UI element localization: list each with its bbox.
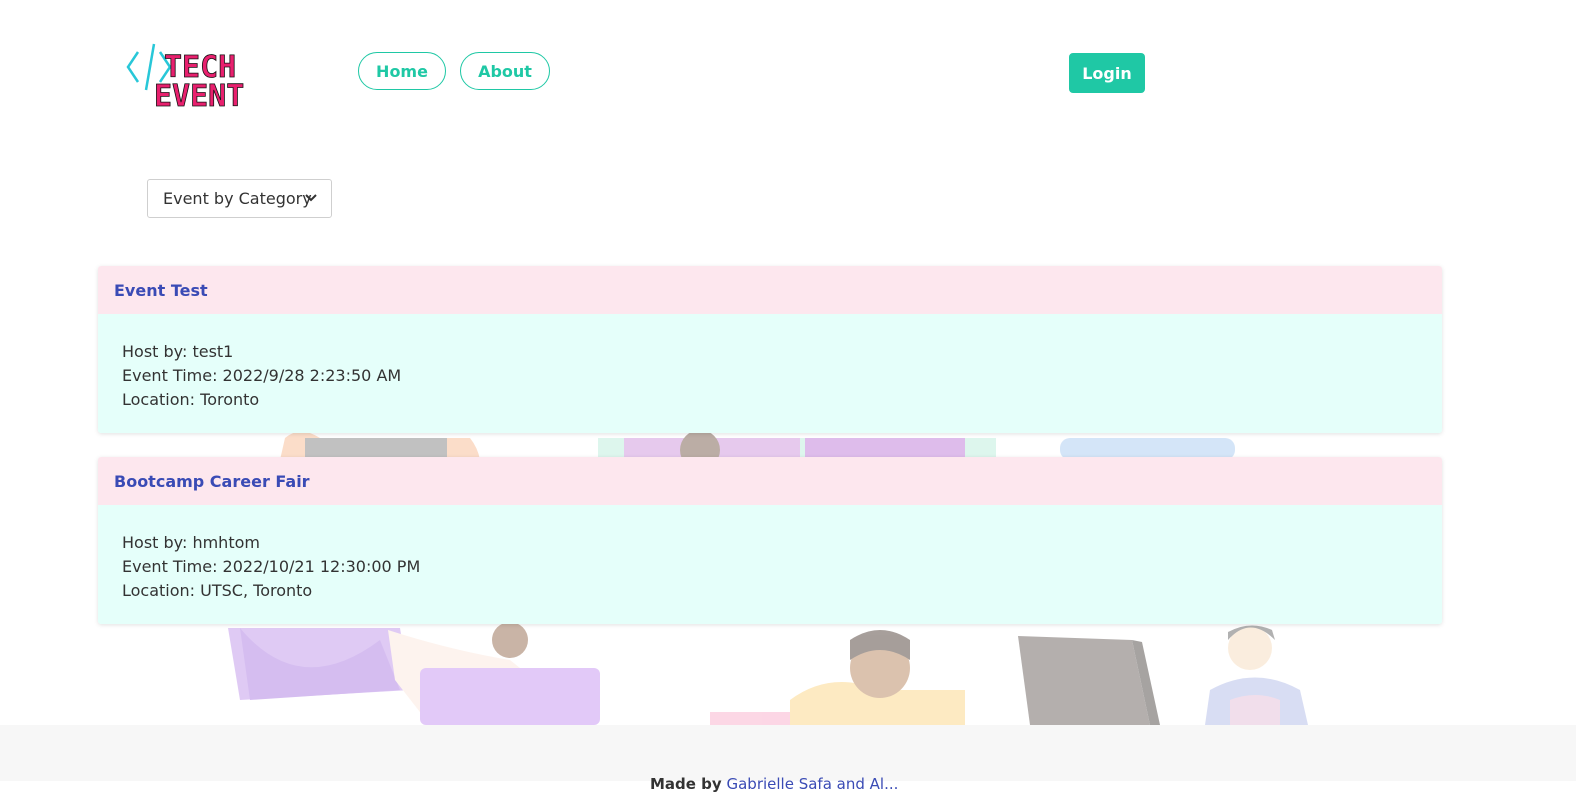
event-time: Event Time: 2022/10/21 12:30:00 PM — [122, 557, 421, 576]
event-host: Host by: test1 — [122, 342, 234, 361]
event-details: Host by: hmhtom Event Time: 2022/10/21 1… — [98, 505, 1442, 624]
event-host: Host by: hmhtom — [122, 533, 260, 552]
login-button[interactable]: Login — [1069, 53, 1145, 93]
event-title[interactable]: Bootcamp Career Fair — [98, 457, 1442, 505]
footer-credit: Made by Gabrielle Safa and Al... — [650, 775, 898, 793]
event-title[interactable]: Event Test — [98, 266, 1442, 314]
nav-home-button[interactable]: Home — [358, 52, 446, 90]
footer-authors-link[interactable]: Gabrielle Safa and Al... — [726, 775, 898, 793]
logo-line2: EVENT — [154, 79, 244, 114]
event-card[interactable]: Bootcamp Career Fair Host by: hmhtom Eve… — [98, 457, 1442, 624]
footer-prefix: Made by — [650, 775, 722, 793]
footer: Made by Gabrielle Safa and Al... — [0, 725, 1576, 793]
event-time: Event Time: 2022/9/28 2:23:50 AM — [122, 366, 402, 385]
chevron-down-icon — [305, 194, 317, 202]
category-select[interactable]: Event by Category — [147, 179, 332, 218]
tech-event-logo[interactable]: TECH EVENT — [124, 40, 276, 114]
event-location: Location: Toronto — [122, 390, 260, 409]
event-location: Location: UTSC, Toronto — [122, 581, 313, 600]
nav-about-button[interactable]: About — [460, 52, 550, 90]
category-select-value: Event by Category — [163, 189, 312, 208]
event-details: Host by: test1 Event Time: 2022/9/28 2:2… — [98, 314, 1442, 433]
event-card[interactable]: Event Test Host by: test1 Event Time: 20… — [98, 266, 1442, 433]
